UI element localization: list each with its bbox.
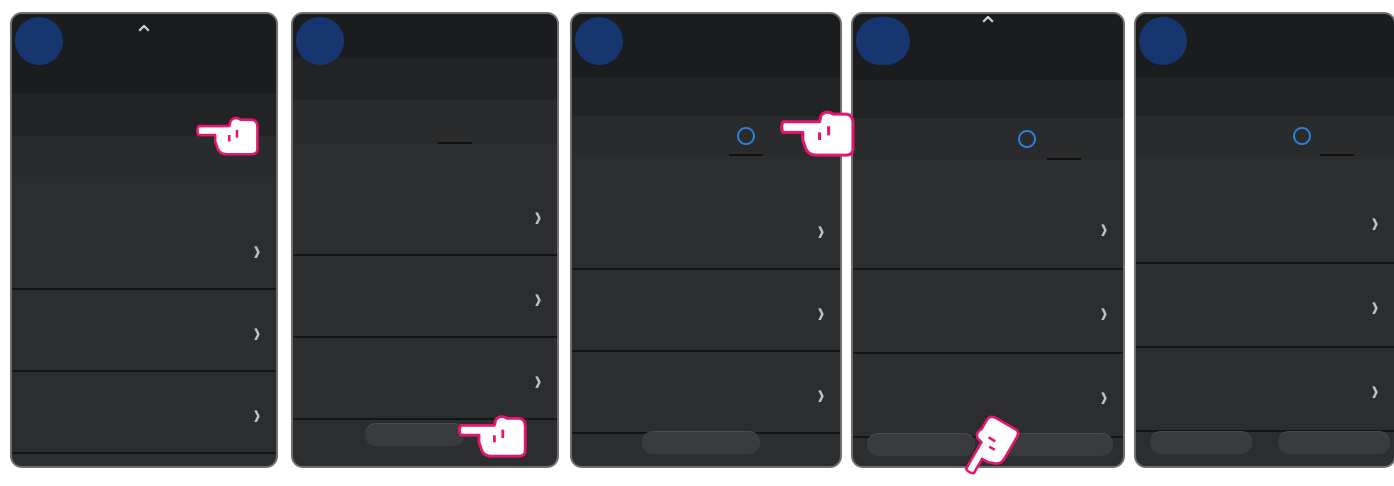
step-number-badge xyxy=(575,17,623,65)
column-headers xyxy=(572,169,840,183)
chevron-right-icon[interactable]: › xyxy=(818,378,825,412)
chevron-right-icon[interactable]: › xyxy=(1372,206,1379,240)
column-headers xyxy=(293,156,557,170)
chevron-right-icon[interactable]: › xyxy=(1101,296,1108,330)
chevron-right-icon[interactable]: › xyxy=(254,316,261,350)
copy-button[interactable] xyxy=(365,424,465,446)
mode-tabs xyxy=(1136,78,1394,116)
mode-tabs xyxy=(853,80,1123,118)
selected-day-indicator xyxy=(1320,154,1354,156)
step-number-badge xyxy=(1139,17,1187,65)
step-number-badge xyxy=(856,17,910,65)
column-headers xyxy=(12,188,276,202)
step-panel-4: ⌃ › › › xyxy=(851,12,1125,468)
chevron-up-icon[interactable]: ⌃ xyxy=(977,14,999,42)
chevron-right-icon[interactable]: › xyxy=(535,282,542,316)
schedule-slot[interactable]: › xyxy=(293,256,557,338)
schedule-slot[interactable]: › xyxy=(572,270,840,352)
schedule-slot[interactable]: › xyxy=(293,338,557,420)
schedule-slot[interactable]: › xyxy=(293,174,557,256)
chevron-up-icon[interactable]: ⌃ xyxy=(133,20,155,51)
day-f-4[interactable] xyxy=(737,127,755,145)
chevron-right-icon[interactable]: › xyxy=(535,364,542,398)
chevron-right-icon[interactable]: › xyxy=(1372,374,1379,408)
day-f-4[interactable] xyxy=(1018,130,1036,148)
weekday-selector xyxy=(853,118,1123,160)
step-panel-2: › › › xyxy=(291,12,559,468)
schedule-slot[interactable]: › xyxy=(572,352,840,434)
schedule-slot[interactable]: › xyxy=(12,290,276,372)
mode-tabs xyxy=(293,58,557,100)
chevron-right-icon[interactable]: › xyxy=(1101,380,1108,414)
selected-day-indicator xyxy=(1047,158,1081,160)
friday-pasted-button[interactable] xyxy=(1278,432,1390,454)
chevron-right-icon[interactable]: › xyxy=(1101,212,1108,246)
chevron-right-icon[interactable]: › xyxy=(254,398,261,432)
chevron-up-icon[interactable]: ⌃ xyxy=(1254,14,1276,31)
schedule-slot[interactable]: › xyxy=(1136,180,1394,264)
pointing-hand-icon xyxy=(780,110,855,157)
weekday-selector xyxy=(293,100,557,144)
schedule-slot[interactable]: › xyxy=(572,188,840,270)
chevron-right-icon[interactable]: › xyxy=(535,200,542,234)
friday-copied-button[interactable] xyxy=(642,432,760,454)
schedule-slot[interactable]: › xyxy=(853,186,1123,270)
schedule-slot[interactable]: › xyxy=(1136,264,1394,348)
day-f-4[interactable] xyxy=(1293,127,1311,145)
schedule-slot[interactable]: › xyxy=(853,270,1123,354)
schedule-slot[interactable]: › xyxy=(1136,348,1394,432)
column-headers xyxy=(853,166,1123,180)
step-number-badge xyxy=(296,17,344,65)
step-panel-3: ⌃ › › › xyxy=(570,12,842,468)
pointing-hand-icon xyxy=(196,116,259,156)
chevron-right-icon[interactable]: › xyxy=(818,214,825,248)
chevron-right-icon[interactable]: › xyxy=(254,234,261,268)
chevron-right-icon[interactable]: › xyxy=(818,296,825,330)
schedule-slot[interactable]: › xyxy=(12,372,276,454)
pointing-hand-icon xyxy=(458,415,527,458)
chevron-right-icon[interactable]: › xyxy=(1372,290,1379,324)
column-headers xyxy=(1136,158,1394,172)
step-number-badge xyxy=(15,17,63,65)
selected-day-indicator xyxy=(438,142,472,144)
weekday-selector xyxy=(1136,116,1394,156)
step-panel-5: ⌃ › › › xyxy=(1134,12,1394,468)
schedule-slot[interactable]: › xyxy=(12,208,276,290)
step-panel-1: ⌃ › › › xyxy=(10,12,278,468)
selected-day-indicator xyxy=(729,154,763,156)
copy-button[interactable] xyxy=(1150,432,1252,454)
chevron-up-icon[interactable]: ⌃ xyxy=(695,14,717,31)
